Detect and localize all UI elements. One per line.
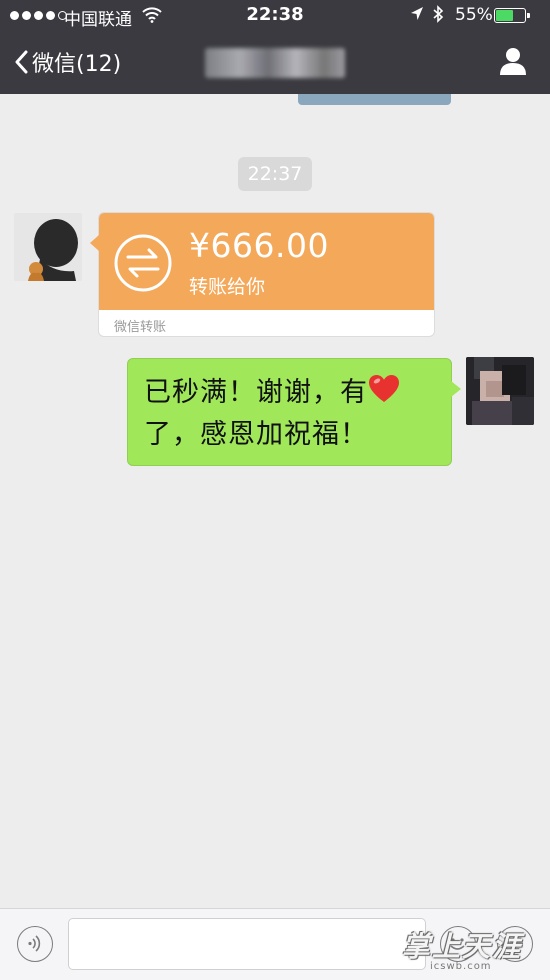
message-timestamp: 22:37 [238, 157, 312, 191]
transfer-description: 转账给你 [189, 276, 266, 298]
nav-bar: 微信(12) [0, 32, 550, 94]
sender-avatar[interactable] [14, 213, 82, 281]
my-avatar[interactable] [466, 357, 534, 425]
status-bar: 中国联通 22:38 55% [0, 0, 550, 32]
location-arrow-icon [410, 6, 424, 27]
transfer-header: ¥666.00 转账给你 [99, 213, 434, 310]
person-icon[interactable] [498, 46, 528, 80]
previous-message-edge [298, 94, 451, 105]
top-bar: 中国联通 22:38 55% 微信(12) [0, 0, 550, 94]
transfer-message[interactable]: ¥666.00 转账给你 微信转账 [90, 212, 435, 337]
watermark-logo: 掌上天涯 icswb.com [402, 925, 542, 975]
bluetooth-icon [432, 5, 444, 28]
message-input[interactable] [68, 918, 426, 970]
transfer-amount: ¥666.00 [189, 226, 329, 265]
battery-percent: 55% [455, 5, 493, 25]
transfer-arrows-icon [113, 233, 173, 297]
back-button[interactable]: 微信(12) [14, 46, 121, 78]
watermark-title: 掌上天涯 [402, 930, 523, 963]
chat-title-blurred [205, 48, 345, 78]
bubble-tail [451, 381, 461, 397]
reply-text-part1: 已秒满！谢谢，有 [144, 377, 368, 408]
voice-icon[interactable] [17, 926, 53, 962]
back-label: 微信(12) [32, 52, 122, 77]
reply-message[interactable]: 已秒满！谢谢，有 了，感恩加祝福！ [127, 358, 461, 466]
bubble-tail [90, 235, 99, 251]
watermark-site: icswb.com [430, 961, 492, 972]
battery-fill [496, 10, 513, 21]
battery-icon [494, 8, 530, 23]
reply-text-part2: 了，感恩加祝福！ [144, 419, 368, 450]
chevron-left-icon [15, 50, 28, 74]
red-heart-icon [368, 374, 400, 415]
transfer-footer: 微信转账 [114, 320, 167, 335]
